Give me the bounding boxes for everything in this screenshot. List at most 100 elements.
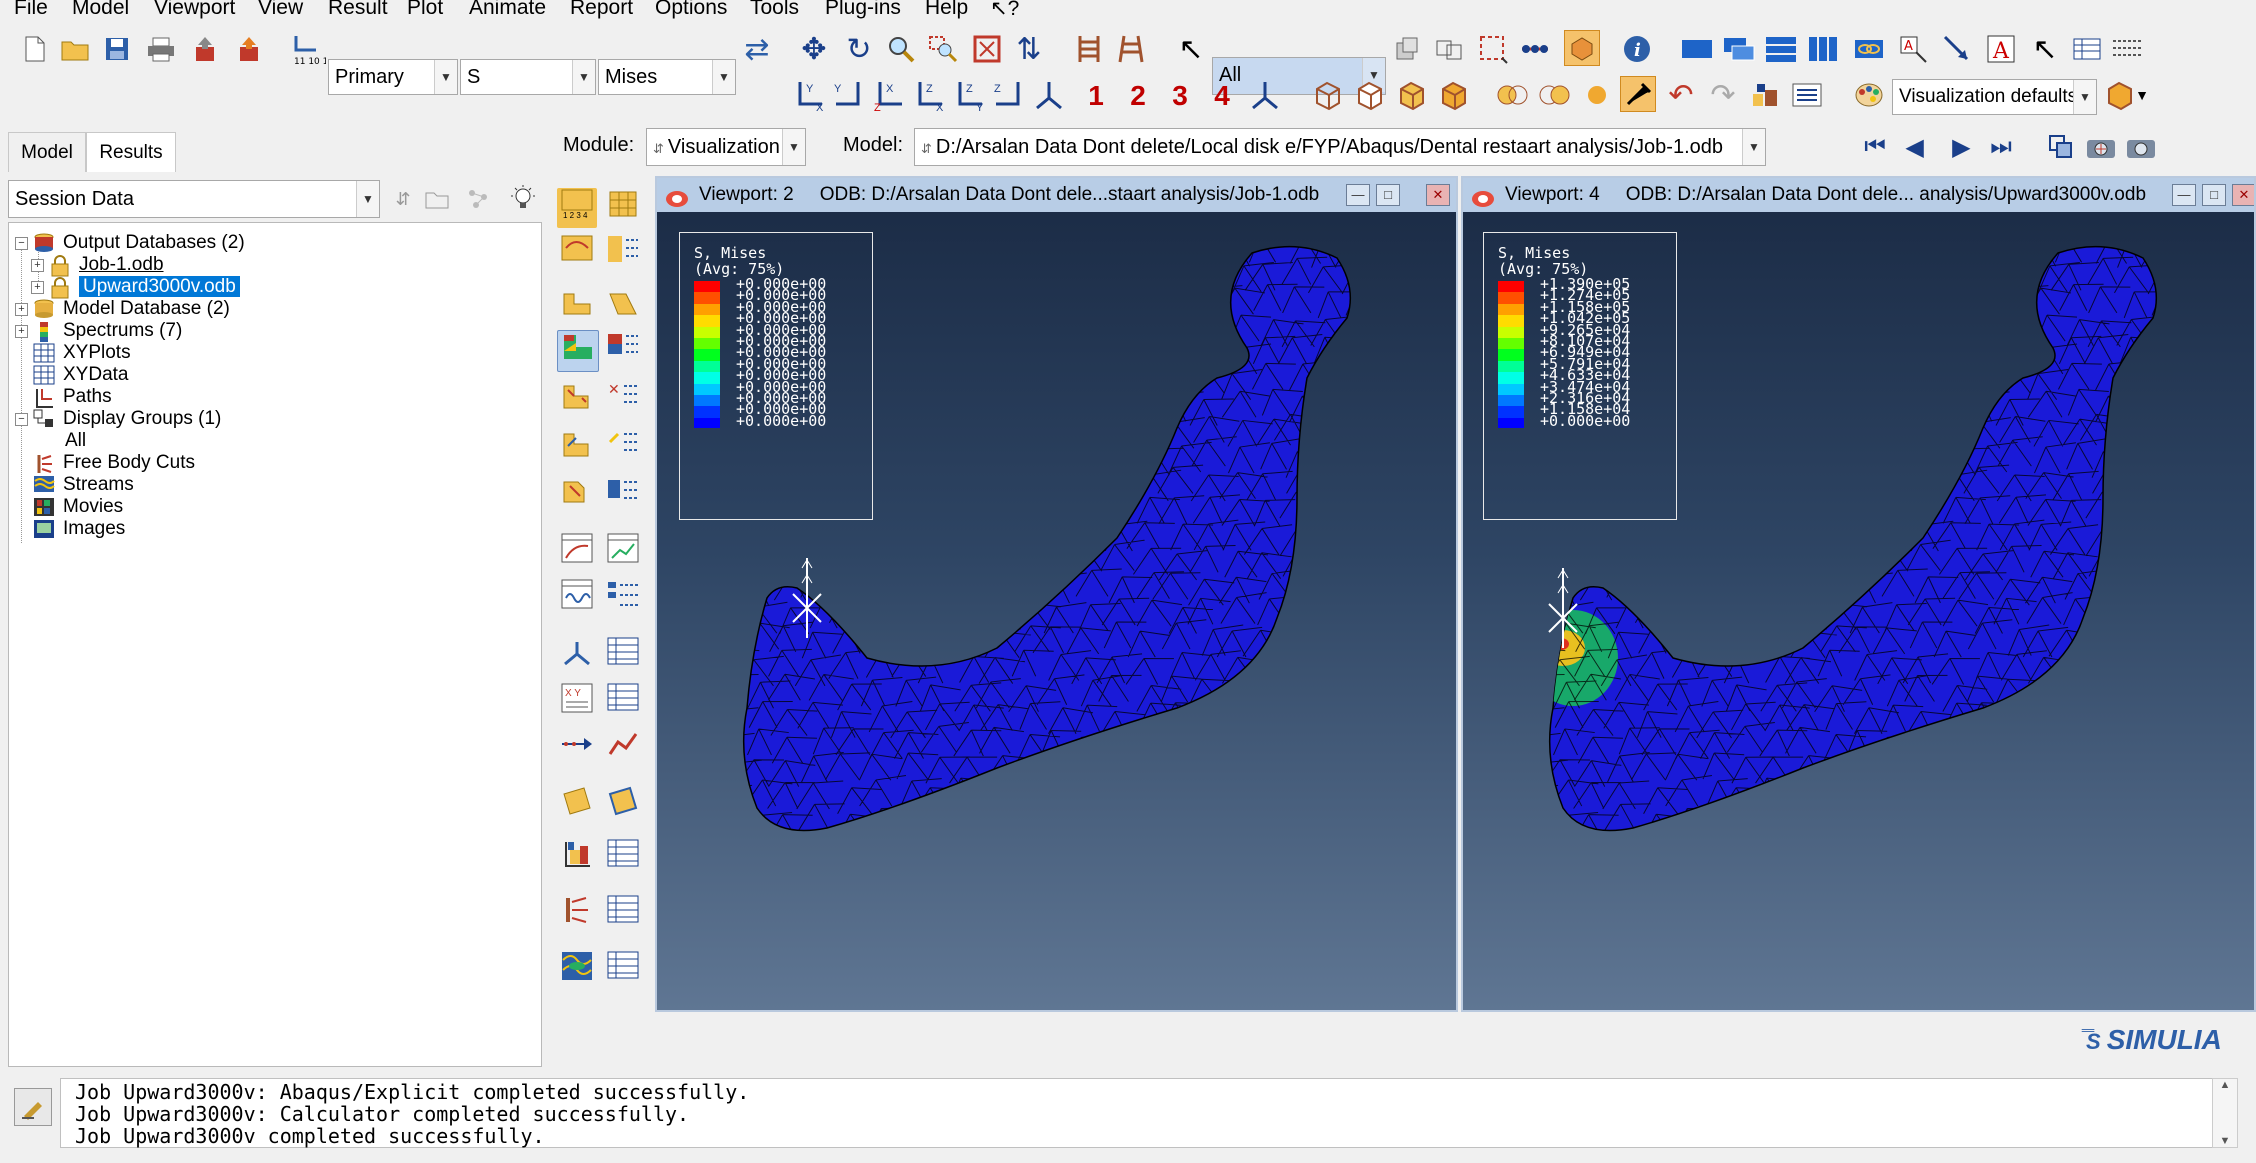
menu-help[interactable]: Help bbox=[925, 0, 968, 20]
refresh-icon[interactable]: ⇄ bbox=[740, 32, 774, 66]
redo-view-icon[interactable]: ↷ bbox=[1706, 78, 1740, 112]
view-yx-icon[interactable]: YX bbox=[792, 78, 826, 112]
filter-tree-icon[interactable] bbox=[462, 182, 496, 216]
view-yz-icon[interactable]: Z bbox=[992, 78, 1026, 112]
invariant-select[interactable]: Mises ▼ bbox=[598, 59, 736, 95]
xy-plot-icon[interactable]: X Y bbox=[557, 682, 597, 722]
animation-options-icon[interactable] bbox=[603, 578, 643, 618]
display-group-manager-icon[interactable] bbox=[603, 838, 643, 878]
free-body-cut-tool-icon[interactable] bbox=[557, 894, 597, 934]
display-options-icon[interactable] bbox=[1790, 78, 1824, 112]
plot-material-orientation-icon[interactable] bbox=[557, 428, 597, 468]
annotation-tool-icon[interactable]: A bbox=[1896, 32, 1930, 66]
first-frame-icon[interactable]: ⏮ bbox=[1858, 130, 1892, 164]
shaded-icon[interactable] bbox=[1436, 78, 1470, 112]
zoom-icon[interactable] bbox=[884, 32, 918, 66]
expand-icon[interactable]: + bbox=[31, 281, 44, 294]
view-zy-icon[interactable]: ZY bbox=[952, 78, 986, 112]
link-viewports-icon[interactable] bbox=[1852, 32, 1886, 66]
xy-options-icon[interactable] bbox=[603, 682, 643, 722]
animate-scale-factor-icon[interactable] bbox=[557, 532, 597, 572]
box-zoom-icon[interactable] bbox=[926, 32, 960, 66]
collapse-icon[interactable]: − bbox=[15, 413, 28, 426]
query-nodes-icon[interactable] bbox=[1518, 32, 1552, 66]
menu-file[interactable]: File bbox=[14, 0, 48, 20]
tab-model[interactable]: Model bbox=[8, 132, 86, 172]
sphere-icon[interactable] bbox=[1580, 78, 1614, 112]
next-frame-icon[interactable]: ▶ bbox=[1942, 130, 1976, 164]
parallel-icon[interactable] bbox=[1538, 78, 1572, 112]
wireframe-icon[interactable] bbox=[1310, 78, 1344, 112]
table-view-icon[interactable] bbox=[2070, 32, 2104, 66]
step-frame-icon[interactable]: 11 10 1 0 bbox=[292, 32, 326, 66]
pick-mode-icon[interactable] bbox=[1432, 32, 1466, 66]
menu-tools[interactable]: Tools bbox=[750, 0, 799, 20]
module-select[interactable]: ⇵ Visualization ▼ bbox=[646, 128, 806, 166]
plot-contours-undeformed-icon[interactable] bbox=[603, 288, 643, 328]
superimpose-icon[interactable] bbox=[557, 234, 597, 274]
view-xy-icon[interactable]: Y bbox=[832, 78, 866, 112]
copy-viewport-icon[interactable] bbox=[2044, 130, 2078, 164]
plot-deformed-icon[interactable] bbox=[603, 188, 643, 228]
folder-up-icon[interactable] bbox=[420, 182, 454, 216]
view-2-button[interactable]: 2 bbox=[1120, 76, 1156, 116]
menu-plot[interactable]: Plot bbox=[407, 0, 443, 20]
menu-options[interactable]: Options bbox=[655, 0, 727, 20]
plot-undeformed-icon[interactable]: 1 2 3 4 bbox=[557, 188, 597, 228]
camera-icon[interactable] bbox=[2124, 130, 2158, 164]
upload-icon[interactable] bbox=[232, 32, 266, 66]
text-annotation-icon[interactable]: A bbox=[1984, 32, 2018, 66]
symbol-options-icon[interactable]: ✕ bbox=[603, 380, 643, 420]
contour-options-icon[interactable] bbox=[603, 234, 643, 274]
stream-tool-icon[interactable] bbox=[557, 950, 597, 990]
last-frame-icon[interactable]: ⏭ bbox=[1984, 130, 2018, 164]
path-plot-icon[interactable] bbox=[557, 728, 597, 768]
sort-icon[interactable]: ⇵ bbox=[386, 182, 420, 216]
rotate-icon[interactable]: ↻ bbox=[842, 32, 876, 66]
select-cursor-icon[interactable]: ↖ bbox=[1174, 32, 1208, 66]
animate-time-history-icon[interactable] bbox=[603, 532, 643, 572]
contour-settings-icon[interactable] bbox=[603, 330, 643, 370]
view-cube-icon[interactable] bbox=[2102, 78, 2136, 112]
expand-icon[interactable]: + bbox=[15, 325, 28, 338]
previous-frame-icon[interactable]: ◀ bbox=[1900, 130, 1934, 164]
expand-icon[interactable]: + bbox=[15, 303, 28, 316]
menu-animate[interactable]: Animate bbox=[469, 0, 546, 20]
plot-deformed-shape-icon[interactable] bbox=[557, 288, 597, 328]
expand-icon[interactable]: + bbox=[31, 259, 44, 272]
camera-settings-icon[interactable] bbox=[2084, 130, 2118, 164]
menu-model[interactable]: Model bbox=[72, 0, 129, 20]
open-folder-icon[interactable] bbox=[58, 32, 92, 66]
free-body-manager-icon[interactable] bbox=[603, 894, 643, 934]
triad-icon[interactable] bbox=[1248, 78, 1282, 112]
field-output-select[interactable]: S ▼ bbox=[460, 59, 596, 95]
common-plot-options-icon[interactable] bbox=[603, 476, 643, 516]
selection-arrow-icon[interactable]: ↖ bbox=[2028, 32, 2062, 66]
view-cube-dropdown-icon[interactable]: ▼ bbox=[2132, 78, 2152, 112]
menu-result[interactable]: Result bbox=[328, 0, 388, 20]
save-icon[interactable] bbox=[100, 32, 134, 66]
part-display-icon[interactable] bbox=[1748, 78, 1782, 112]
print-icon[interactable] bbox=[144, 32, 178, 66]
filled-icon[interactable] bbox=[1394, 78, 1428, 112]
message-scrollbar[interactable]: ▲ ▼ bbox=[2212, 1078, 2238, 1148]
auto-fit-icon[interactable] bbox=[970, 32, 1004, 66]
message-toggle-icon[interactable] bbox=[14, 1088, 52, 1126]
view-3-button[interactable]: 3 bbox=[1162, 76, 1198, 116]
viewport-2[interactable]: Viewport: 2 ODB: D:/Arsalan Data Dont del… bbox=[655, 176, 1458, 1012]
plot-contours-icon[interactable] bbox=[557, 330, 599, 372]
menu-plugins[interactable]: Plug-ins bbox=[825, 0, 901, 20]
viewport-4[interactable]: Viewport: 4 ODB: D:/Arsalan Data Dont del… bbox=[1461, 176, 2256, 1012]
info-icon[interactable]: i bbox=[1620, 32, 1654, 66]
view-1-button[interactable]: 1 bbox=[1078, 76, 1114, 116]
undo-view-icon[interactable]: ↶ bbox=[1664, 78, 1698, 112]
display-group-create-icon[interactable] bbox=[557, 838, 597, 878]
xy-curve-icon[interactable] bbox=[603, 728, 643, 768]
export-icon[interactable] bbox=[188, 32, 222, 66]
orientation-options-icon[interactable] bbox=[603, 428, 643, 468]
tab-results[interactable]: Results bbox=[86, 132, 176, 172]
view-iso-icon[interactable] bbox=[1032, 78, 1066, 112]
menu-viewport[interactable]: Viewport bbox=[154, 0, 235, 20]
model-select[interactable]: ⇵ D:/Arsalan Data Dont delete/Local disk … bbox=[914, 128, 1766, 166]
xy-data-manager-icon[interactable] bbox=[603, 636, 643, 676]
